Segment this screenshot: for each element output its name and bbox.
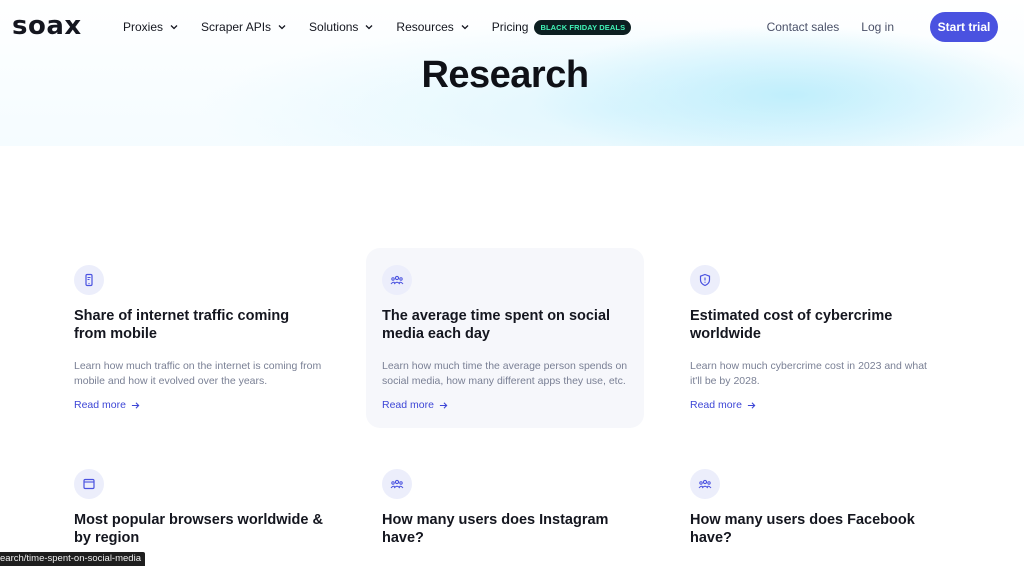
start-trial-button[interactable]: Start trial: [930, 12, 998, 42]
page-title: Research: [421, 54, 589, 96]
top-navigation: soax Proxies Scraper APIs Solutions Reso…: [0, 0, 1024, 54]
nav-item-pricing[interactable]: Pricing: [492, 18, 529, 36]
research-card[interactable]: How many users does Instagram have?: [366, 452, 644, 566]
card-icon-badge: [382, 469, 412, 499]
card-title[interactable]: Estimated cost of cybercrime worldwide: [690, 307, 940, 343]
chevron-down-icon: [461, 25, 469, 30]
arrow-right-icon: [439, 401, 448, 409]
card-icon-badge: [382, 265, 412, 295]
card-icon-badge: [74, 265, 104, 295]
card-title[interactable]: Most popular browsers worldwide & by reg…: [74, 511, 324, 547]
card-title[interactable]: The average time spent on social media e…: [382, 307, 632, 343]
read-more-label: Read more: [690, 399, 742, 411]
nav-item-resources[interactable]: Resources: [396, 18, 469, 36]
nav-item-label: Proxies: [123, 20, 164, 34]
read-more-link[interactable]: Read more: [74, 399, 140, 411]
read-more-label: Read more: [382, 399, 434, 411]
mobile-icon: [85, 273, 93, 287]
nav-item-label: Solutions: [309, 20, 359, 34]
research-card[interactable]: Share of internet traffic coming from mo…: [58, 248, 336, 428]
card-icon-badge: [690, 265, 720, 295]
contact-sales-link[interactable]: Contact sales: [767, 20, 840, 34]
card-description: Learn how much traffic on the internet i…: [74, 360, 322, 387]
card-icon-badge: [690, 469, 720, 499]
read-more-link[interactable]: Read more: [382, 399, 448, 411]
main-menu: Proxies Scraper APIs Solutions Resources…: [123, 18, 632, 36]
soax-logo[interactable]: soax: [12, 12, 82, 40]
black-friday-badge[interactable]: BLACK FRIDAY DEALS: [534, 19, 632, 35]
research-card[interactable]: Estimated cost of cybercrime worldwide L…: [674, 248, 952, 428]
card-title[interactable]: Share of internet traffic coming from mo…: [74, 307, 324, 343]
chevron-down-icon: [365, 25, 373, 30]
research-card[interactable]: How many users does Facebook have?: [674, 452, 952, 566]
card-title[interactable]: How many users does Facebook have?: [690, 511, 940, 547]
nav-item-label: Resources: [396, 20, 454, 34]
chevron-down-icon: [278, 25, 286, 30]
card-description: Learn how much time the average person s…: [382, 360, 628, 387]
nav-item-solutions[interactable]: Solutions: [309, 18, 374, 36]
link-preview-status-bar: earch/time-spent-on-social-media: [0, 552, 145, 566]
card-title[interactable]: How many users does Instagram have?: [382, 511, 632, 547]
nav-item-label: Scraper APIs: [201, 20, 272, 34]
read-more-link[interactable]: Read more: [690, 399, 756, 411]
card-description: Learn how much cybercrime cost in 2023 a…: [690, 360, 927, 387]
arrow-right-icon: [747, 401, 756, 409]
nav-item-proxies[interactable]: Proxies: [123, 18, 179, 36]
research-card[interactable]: The average time spent on social media e…: [366, 248, 644, 428]
users-icon: [390, 479, 404, 489]
research-card[interactable]: Most popular browsers worldwide & by reg…: [58, 452, 336, 566]
users-icon: [390, 275, 404, 285]
nav-actions: Contact sales Log in Start trial: [767, 12, 998, 42]
browser-icon: [83, 478, 95, 490]
login-link[interactable]: Log in: [861, 20, 894, 34]
chevron-down-icon: [170, 25, 178, 30]
users-icon: [698, 479, 712, 489]
shield-icon: [699, 273, 711, 287]
card-icon-badge: [74, 469, 104, 499]
read-more-label: Read more: [74, 399, 126, 411]
nav-item-scraper-apis[interactable]: Scraper APIs: [201, 18, 287, 36]
arrow-right-icon: [131, 401, 140, 409]
